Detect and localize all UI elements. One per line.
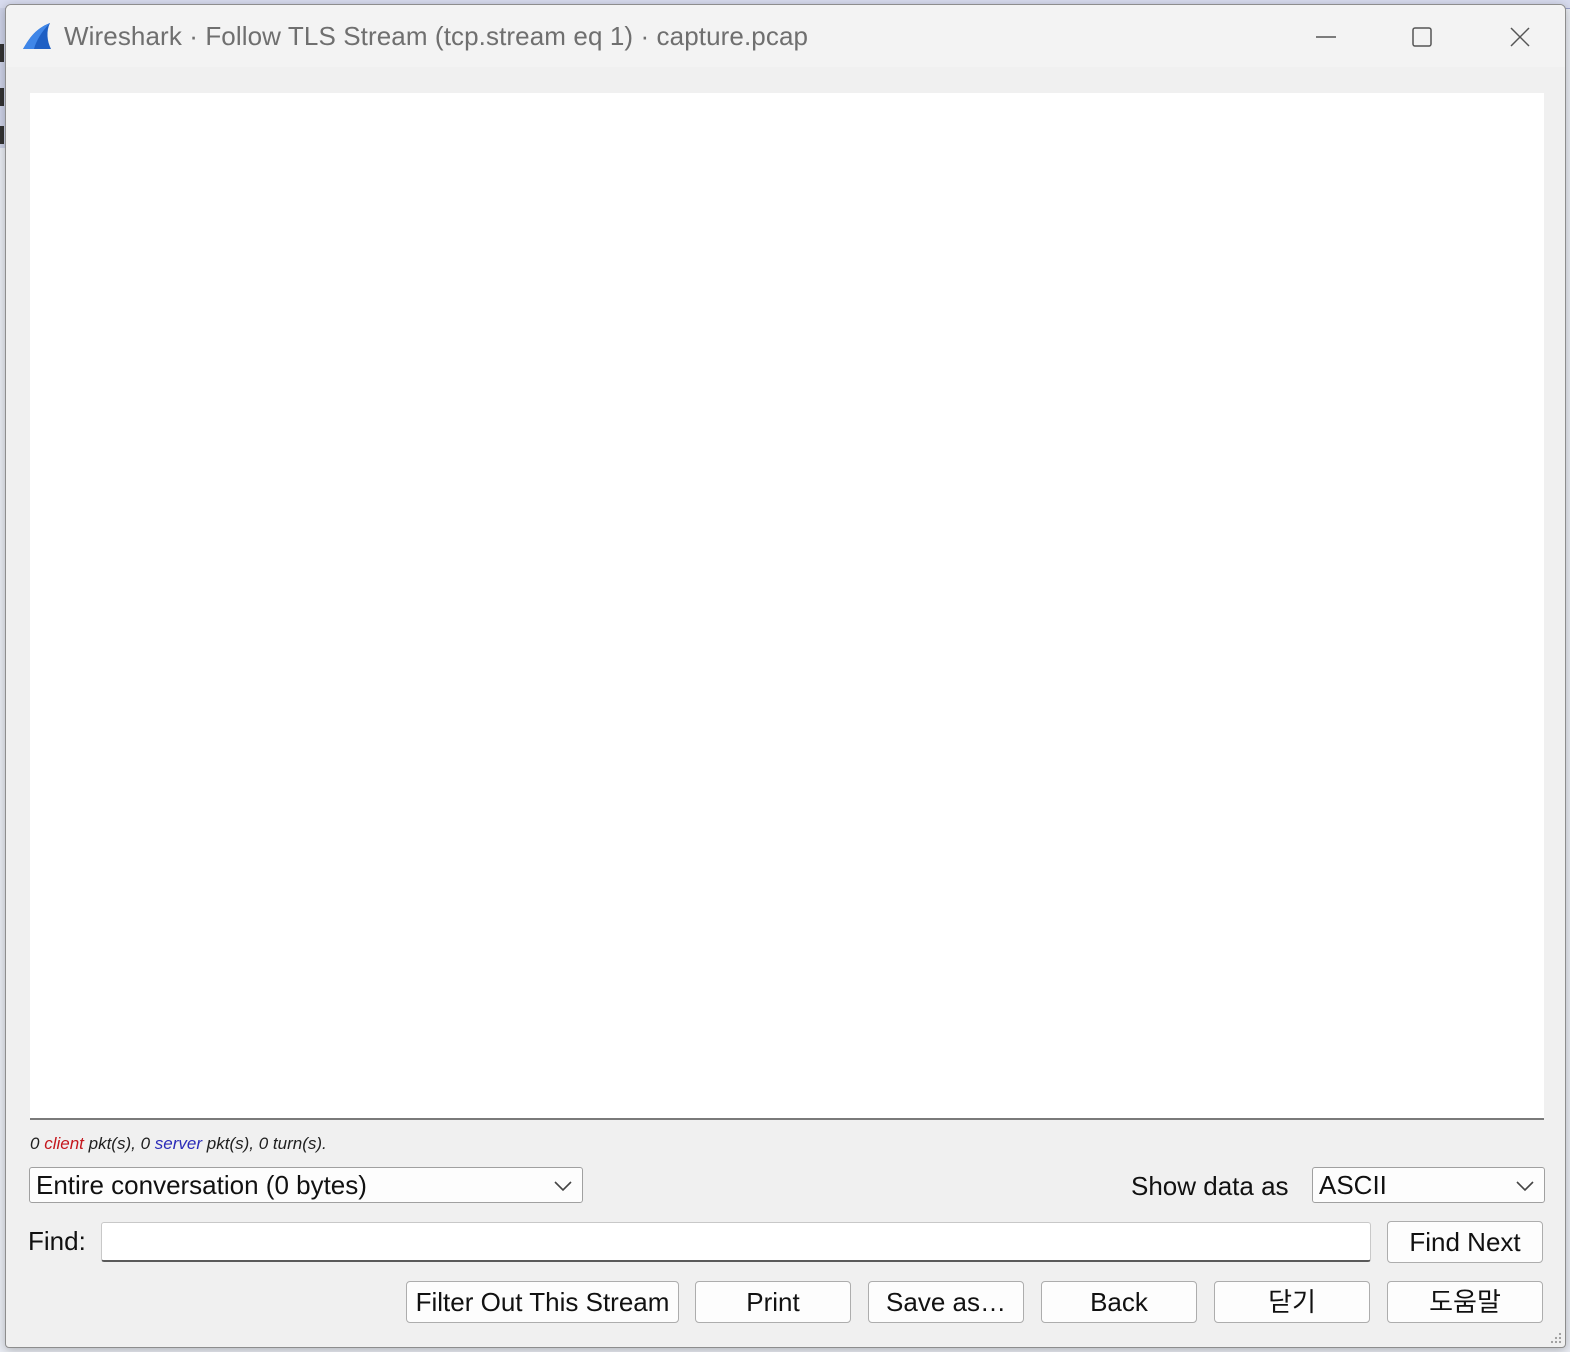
filter-out-stream-button[interactable]: Filter Out This Stream [406,1281,679,1323]
turns-count: 0 turn(s). [258,1134,327,1153]
minimize-button[interactable] [1298,13,1354,61]
chevron-down-icon [1516,1181,1534,1192]
maximize-icon [1412,27,1432,47]
find-label: Find: [28,1226,86,1256]
conversation-select-value: Entire conversation (0 bytes) [36,1170,367,1200]
window-title: Wireshark · Follow TLS Stream (tcp.strea… [64,21,809,51]
server-label: server [154,1134,203,1153]
wireshark-fin-icon [23,23,51,49]
print-button[interactable]: Print [695,1281,851,1323]
client-suffix: pkt(s), [88,1134,136,1153]
maximize-button[interactable] [1394,13,1450,61]
follow-stream-dialog: Wireshark · Follow TLS Stream (tcp.strea… [5,4,1566,1348]
client-label: client [44,1134,84,1153]
close-icon [1510,27,1530,47]
server-suffix: pkt(s), [206,1134,254,1153]
close-button[interactable]: 닫기 [1214,1281,1370,1323]
client-count: 0 [30,1134,40,1153]
title-bar[interactable]: Wireshark · Follow TLS Stream (tcp.strea… [6,5,1565,67]
help-button[interactable]: 도움말 [1387,1281,1543,1323]
show-data-select[interactable]: ASCII [1312,1167,1545,1203]
find-input[interactable] [101,1222,1371,1262]
server-count: 0 [140,1134,151,1153]
chevron-down-icon [554,1181,572,1192]
close-window-button[interactable] [1492,13,1548,61]
show-data-label: Show data as [1131,1171,1289,1201]
stream-stats: 0 client pkt(s), 0 server pkt(s), 0 turn… [30,1134,327,1154]
conversation-select[interactable]: Entire conversation (0 bytes) [29,1167,583,1203]
minimize-icon [1316,36,1336,38]
show-data-select-value: ASCII [1319,1170,1387,1200]
back-button[interactable]: Back [1041,1281,1197,1323]
stream-content-view[interactable] [30,93,1544,1120]
resize-grip-icon[interactable] [1548,1330,1562,1344]
find-next-button[interactable]: Find Next [1387,1221,1543,1263]
save-as-button[interactable]: Save as… [868,1281,1024,1323]
